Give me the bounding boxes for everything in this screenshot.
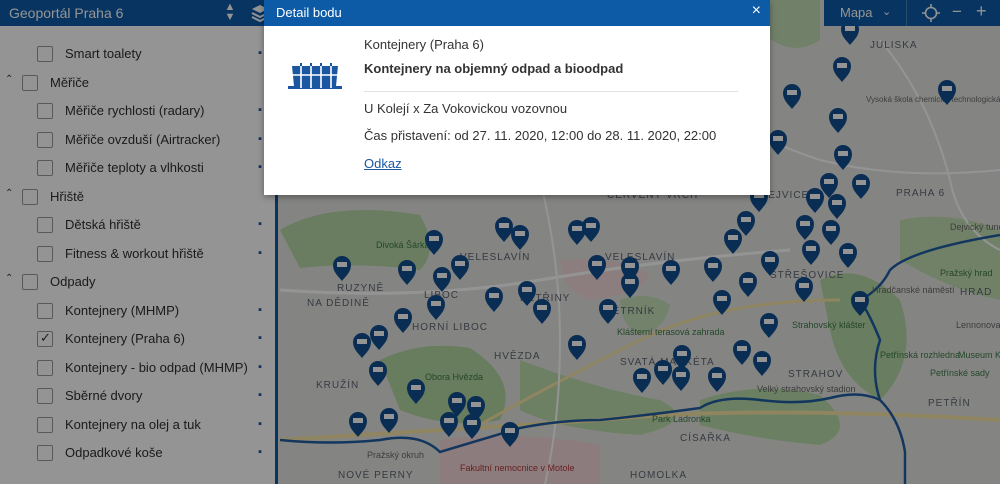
point-category: Kontejnery (Praha 6) bbox=[364, 37, 484, 52]
point-detail-dialog: Detail bodu × Kontejnery (Praha 6) Konte… bbox=[264, 0, 770, 195]
dialog-header: Detail bodu × bbox=[264, 0, 770, 26]
container-icon bbox=[288, 63, 342, 89]
point-address: U Kolejí x Za Vokovickou vozovnou bbox=[364, 101, 568, 116]
close-icon[interactable]: × bbox=[752, 2, 761, 20]
point-name: Kontejnery na objemný odpad a bioodpad bbox=[364, 61, 624, 76]
detail-link[interactable]: Odkaz bbox=[364, 156, 402, 171]
dialog-title: Detail bodu bbox=[276, 5, 342, 20]
point-time: Čas přistavení: od 27. 11. 2020, 12:00 d… bbox=[364, 128, 717, 143]
divider bbox=[364, 91, 738, 92]
